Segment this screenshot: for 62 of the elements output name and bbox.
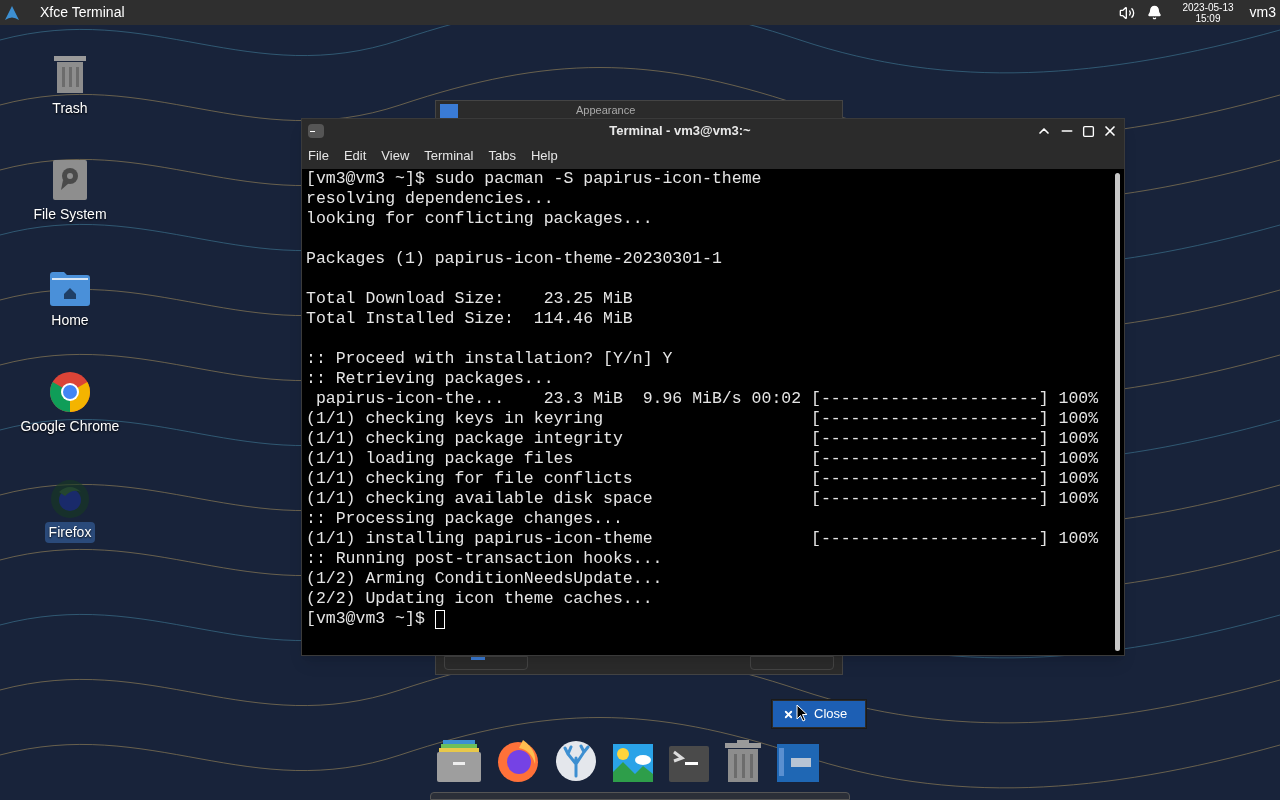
terminal-line: [vm3@vm3 ~]$ xyxy=(306,609,426,629)
desktop-icon-label[interactable]: Trash xyxy=(48,98,92,119)
menu-item[interactable]: View xyxy=(381,146,410,166)
terminal-line: (1/1) loading package files [----------------------] 100% xyxy=(306,449,1099,469)
globe-icon xyxy=(51,480,89,518)
terminal-line: :: Retrieving packages... xyxy=(306,369,554,389)
close-icon[interactable] xyxy=(1102,123,1118,139)
mouse-pointer-icon xyxy=(796,704,808,722)
desktop-icon-label[interactable]: File System xyxy=(29,204,111,225)
notification-icon[interactable] xyxy=(1147,5,1163,20)
terminal-line: (1/1) installing papirus-icon-theme [----------------------] 100% xyxy=(306,529,1099,549)
file-cabinet-icon[interactable] xyxy=(437,740,481,782)
desktop-icon-label[interactable]: Home xyxy=(47,310,93,331)
scrollbar-thumb[interactable] xyxy=(1114,173,1120,651)
maximize-icon[interactable] xyxy=(1082,124,1095,138)
coral-icon[interactable] xyxy=(555,740,597,782)
clock-time: 15:09 xyxy=(1195,12,1221,24)
terminal-line: Total Download Size: 23.25 MiB xyxy=(306,289,633,309)
terminal-line: resolving dependencies... xyxy=(306,189,554,209)
menu-item[interactable]: Help xyxy=(530,146,558,166)
window-icon xyxy=(440,104,458,118)
fox-globe-icon[interactable] xyxy=(497,740,539,782)
app-menu-icon[interactable] xyxy=(4,4,20,21)
menu-item[interactable]: Terminal xyxy=(424,146,474,166)
menu-item[interactable]: Edit xyxy=(343,146,367,166)
terminal-line: (1/2) Arming ConditionNeedsUpdate... xyxy=(306,569,663,589)
text-cursor xyxy=(434,609,445,629)
trash-icon xyxy=(52,54,88,94)
terminal-line: :: Proceed with installation? [Y/n] Y xyxy=(306,349,673,369)
terminal-line: looking for conflicting packages... xyxy=(306,209,653,229)
menu-item[interactable]: Tabs xyxy=(488,146,516,166)
trash-icon[interactable] xyxy=(725,740,761,782)
volume-icon[interactable] xyxy=(1119,4,1136,21)
desktop-icon-label[interactable]: Firefox xyxy=(44,522,96,543)
window-title: Appearance xyxy=(576,104,636,116)
close-icon xyxy=(783,708,794,720)
menu-item[interactable]: File xyxy=(308,146,329,166)
terminal-line: Packages (1) papirus-icon-theme-20230301-1 xyxy=(306,249,722,269)
window-manager-icon[interactable] xyxy=(777,744,819,782)
image-viewer-icon[interactable] xyxy=(613,744,653,782)
terminal-line: Total Installed Size: 114.46 MiB xyxy=(306,309,633,329)
menu-item[interactable]: Close xyxy=(773,701,865,727)
window-button[interactable] xyxy=(444,656,528,670)
terminal-line: (2/2) Updating icon theme caches... xyxy=(306,589,653,609)
terminal-line: (1/1) checking available disk space [----------------------] 100% xyxy=(306,489,1099,509)
terminal-line: (1/1) checking package integrity [----------------------] 100% xyxy=(306,429,1099,449)
clock-date: 2023-05-13 xyxy=(1182,1,1234,13)
terminal-line: (1/1) checking for file conflicts [----------------------] 100% xyxy=(306,469,1099,489)
terminal-line: :: Running post-transaction hooks... xyxy=(306,549,663,569)
terminal-line: (1/1) checking keys in keyring [----------------------] 100% xyxy=(306,409,1099,429)
clock[interactable]: 2023-05-13 15:09 xyxy=(1182,1,1234,24)
terminal-line: [vm3@vm3 ~]$ sudo pacman -S papirus-icon-theme xyxy=(306,169,762,189)
active-app-title[interactable]: Xfce Terminal xyxy=(40,2,125,23)
terminal-line: papirus-icon-the... 23.3 MiB 9.96 MiB/s 00:02 [----------------------] 100% xyxy=(314,389,1099,409)
window-title: Terminal - vm3@vm3:~ xyxy=(608,122,752,141)
terminal-icon xyxy=(308,124,324,138)
desktop-icon-label[interactable]: Google Chrome xyxy=(16,416,124,437)
user-name[interactable]: vm3 xyxy=(1249,2,1276,23)
terminal-icon[interactable] xyxy=(669,746,709,782)
terminal-line: :: Processing package changes... xyxy=(306,509,623,529)
chrome-icon xyxy=(50,372,90,412)
drive-icon xyxy=(53,160,87,200)
